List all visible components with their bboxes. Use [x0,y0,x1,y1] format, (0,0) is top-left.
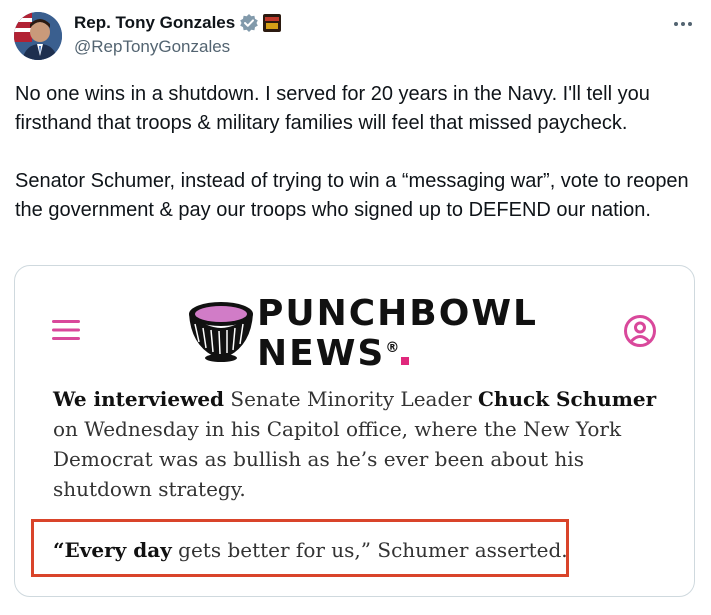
brand-dot [401,357,410,365]
user-circle-icon [623,314,657,348]
article-bold-2: Chuck Schumer [478,387,657,411]
article-bold-1: We interviewed [53,387,225,411]
author-name-row[interactable]: Rep. Tony Gonzales [74,12,282,34]
verified-badge-icon[interactable] [239,13,259,33]
quote-open-mark: “ [53,538,65,562]
avatar[interactable] [14,12,62,60]
hamburger-menu-icon [52,318,80,342]
punchbowl-logo-icon [185,298,257,364]
schumer-quote: “Every day gets better for us,” Schumer … [53,536,568,564]
quote-bold: Every day [64,538,172,562]
author-display-name[interactable]: Rep. Tony Gonzales [74,13,235,33]
tweet-text: No one wins in a shutdown. I served for … [15,83,689,221]
quote-rest: gets better for us,” Schumer asserted. [171,538,568,562]
brand-line-2: NEWS [257,333,386,374]
article-text-2: on Wednesday in his Capitol office, wher… [53,417,622,501]
article-paragraph: We interviewed Senate Minority Leader Ch… [53,384,663,504]
media-card[interactable]: PUNCHBOWL NEWS® We interviewed Senate Mi… [14,265,695,597]
brand-line-1: PUNCHBOWL [257,293,538,334]
registered-mark: ® [385,340,400,356]
article-text-1: Senate Minority Leader [224,387,479,411]
affiliation-badge-icon[interactable] [263,14,282,32]
more-dots-icon[interactable] [668,14,698,34]
author-handle[interactable]: @RepTonyGonzales [74,37,230,57]
punchbowl-news-wordmark: PUNCHBOWL NEWS® [257,293,538,374]
